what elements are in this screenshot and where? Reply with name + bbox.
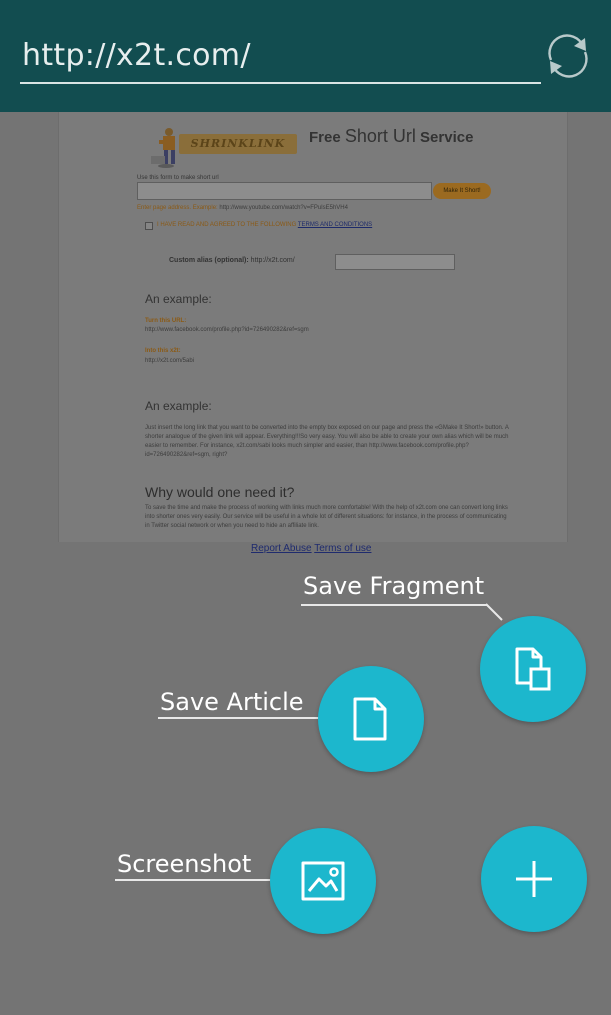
- save-fragment-label: Save Fragment: [303, 572, 485, 600]
- page-title: Free Short Url Service: [309, 126, 474, 146]
- into-label: Into this x2t:: [145, 348, 181, 354]
- refresh-icon[interactable]: [542, 30, 594, 82]
- plus-icon: [516, 861, 552, 897]
- form-label: Use this form to make short url: [137, 175, 219, 181]
- url-hint: Enter page address. Example: http://www.…: [137, 205, 348, 211]
- why-heading: Why would one need it?: [145, 484, 295, 500]
- long-url-input[interactable]: [137, 182, 432, 200]
- make-short-button[interactable]: Make It Short!: [433, 183, 491, 199]
- url-input[interactable]: http://x2t.com/: [20, 34, 541, 84]
- into-url: http://x2t.com/5abi: [145, 358, 195, 364]
- save-article-underline: [158, 717, 320, 719]
- save-fragment-connector: [485, 603, 503, 621]
- save-article-icon: [353, 697, 387, 741]
- add-fab-button[interactable]: [481, 826, 587, 932]
- footer-links: Report Abuse Terms of use: [251, 543, 371, 554]
- save-fragment-icon: [515, 647, 551, 691]
- agree-checkbox[interactable]: [145, 222, 153, 230]
- example-heading: An example:: [145, 292, 212, 306]
- save-fragment-button[interactable]: [480, 616, 586, 722]
- terms-of-use-link[interactable]: Terms of use: [314, 543, 371, 554]
- image-icon: [301, 861, 345, 901]
- why-paragraph: To save the time and make the process of…: [145, 505, 508, 529]
- agree-text: I HAVE READ AND AGREED TO THE FOLLOWING …: [157, 222, 373, 228]
- alias-input[interactable]: [335, 254, 455, 270]
- report-abuse-link[interactable]: Report Abuse: [251, 543, 312, 554]
- example-paragraph: Just insert the long link that you want …: [145, 425, 509, 458]
- logo-text: SHRINKLINK: [179, 134, 297, 154]
- terms-link[interactable]: TERMS AND CONDITIONS: [298, 222, 372, 228]
- screenshot-underline: [115, 879, 275, 881]
- save-article-label: Save Article: [160, 688, 304, 716]
- address-bar: http://x2t.com/: [0, 0, 611, 112]
- url-text: http://x2t.com/: [22, 38, 251, 73]
- alias-label: Custom alias (optional): http://x2t.com/: [169, 257, 295, 264]
- save-article-button[interactable]: [318, 666, 424, 772]
- example-heading-2: An example:: [145, 399, 212, 413]
- screenshot-button[interactable]: [270, 828, 376, 934]
- turn-url: http://www.facebook.com/profile.php?id=7…: [145, 327, 309, 333]
- turn-label: Turn this URL:: [145, 318, 187, 324]
- screenshot-label: Screenshot: [117, 850, 252, 878]
- save-fragment-underline: [301, 604, 487, 606]
- web-page-content: SHRINKLINK Free Short Url Service Use th…: [58, 112, 568, 542]
